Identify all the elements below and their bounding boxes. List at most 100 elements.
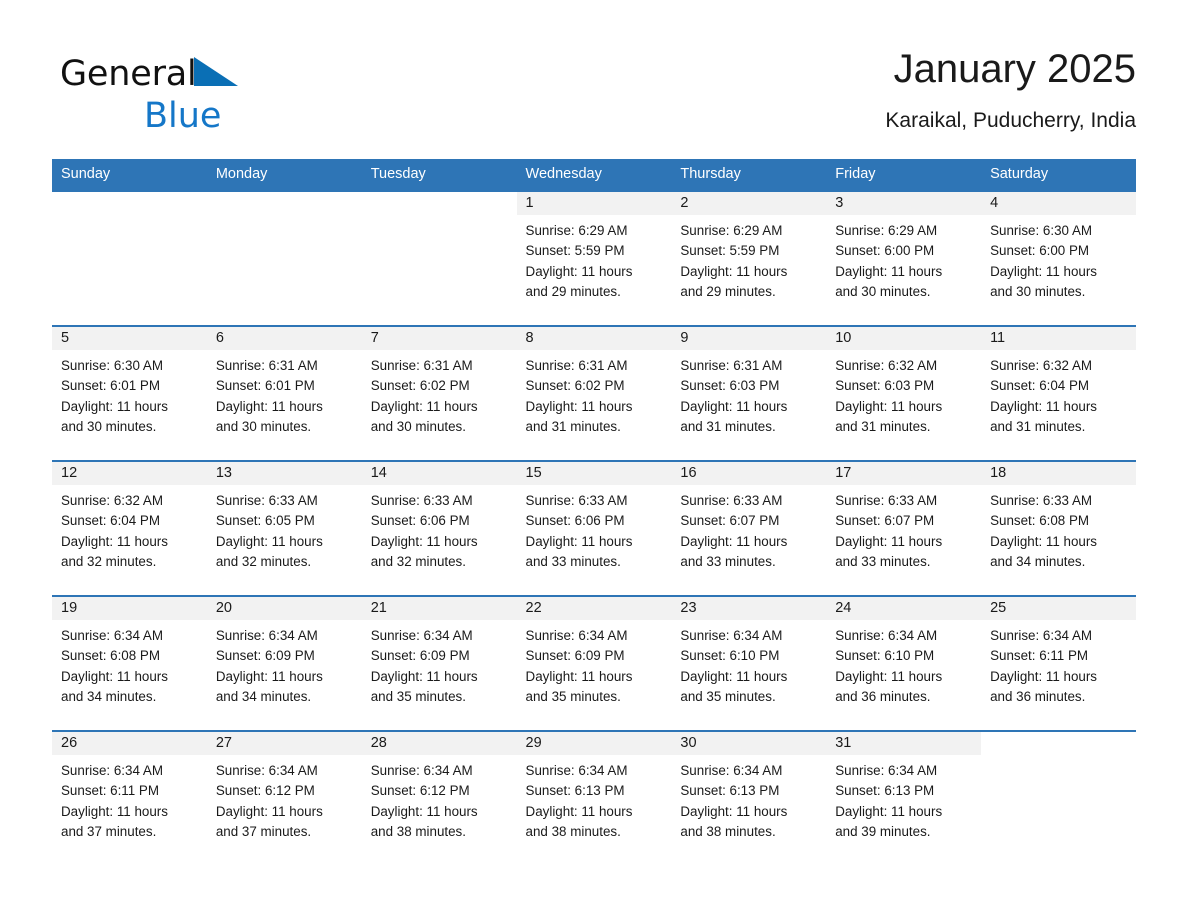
calendar-day-cell[interactable]: 10 Sunrise: 6:32 AM Sunset: 6:03 PM Dayligh…: [826, 325, 982, 461]
daylight-duration-line1: Daylight: 11 hours: [835, 398, 943, 414]
calendar-day-cell[interactable]: 6 Sunrise: 6:31 AM Sunset: 6:01 PM Daylight…: [206, 325, 362, 461]
calendar-day-cell[interactable]: 11 Sunrise: 6:32 AM Sunset: 6:04 PM Dayligh…: [981, 325, 1136, 461]
calendar-day-cell[interactable]: 27 Sunrise: 6:34 AM Sunset: 6:12 PM Dayligh…: [206, 730, 362, 865]
daylight-duration-line2: and 39 minutes.: [835, 823, 931, 839]
day-details: Sunrise: 6:29 AM Sunset: 6:00 PM Daylight:…: [826, 215, 981, 302]
daylight-duration-line1: Daylight: 11 hours: [370, 398, 478, 414]
calendar-day-cell[interactable]: 21 Sunrise: 6:34 AM Sunset: 6:09 PM Dayligh…: [361, 595, 517, 731]
sunset-time: Sunset: 6:12 PM: [370, 783, 470, 799]
weekday-header-friday: Friday: [826, 159, 982, 191]
calendar-day-cell[interactable]: 28 Sunrise: 6:34 AM Sunset: 6:12 PM Dayligh…: [361, 730, 517, 865]
calendar-day-cell[interactable]: 16 Sunrise: 6:33 AM Sunset: 6:07 PM Dayligh…: [671, 460, 827, 596]
sunrise-time: Sunrise: 6:32 AM: [990, 358, 1093, 373]
day-number: 23: [671, 597, 827, 620]
day-cell-inner: 20 Sunrise: 6:34 AM Sunset: 6:09 PM Dayligh…: [206, 597, 362, 730]
calendar-day-cell[interactable]: 8 Sunrise: 6:31 AM Sunset: 6:02 PM Daylight…: [516, 325, 672, 461]
brand-logo-bottom-row: Blue: [60, 96, 320, 136]
calendar-day-cell[interactable]: 13 Sunrise: 6:33 AM Sunset: 6:05 PM Dayligh…: [206, 460, 362, 596]
calendar-day-cell[interactable]: 26 Sunrise: 6:34 AM Sunset: 6:11 PM Dayligh…: [52, 730, 207, 865]
calendar-week-row: 26 Sunrise: 6:34 AM Sunset: 6:11 PM Dayligh…: [52, 730, 1136, 865]
calendar-day-cell[interactable]: 1 Sunrise: 6:29 AM Sunset: 5:59 PM Daylight…: [516, 190, 672, 326]
daylight-duration-line1: Daylight: 11 hours: [525, 533, 633, 549]
calendar-day-cell[interactable]: 5 Sunrise: 6:30 AM Sunset: 6:01 PM Daylight…: [52, 325, 207, 461]
daylight-duration-line1: Daylight: 11 hours: [525, 263, 633, 279]
day-details: Sunrise: 6:34 AM Sunset: 6:08 PM Daylight:…: [52, 620, 207, 707]
calendar-day-cell[interactable]: 15 Sunrise: 6:33 AM Sunset: 6:06 PM Dayligh…: [516, 460, 672, 596]
sunset-time: Sunset: 6:05 PM: [215, 513, 315, 529]
calendar-day-cell[interactable]: 31 Sunrise: 6:34 AM Sunset: 6:13 PM Dayligh…: [826, 730, 982, 865]
day-details: Sunrise: 6:33 AM Sunset: 6:05 PM Daylight:…: [207, 485, 362, 572]
sunset-time: Sunset: 6:02 PM: [525, 378, 625, 394]
calendar-day-cell[interactable]: 29 Sunrise: 6:34 AM Sunset: 6:13 PM Dayligh…: [516, 730, 672, 865]
daylight-duration-line1: Daylight: 11 hours: [525, 668, 633, 684]
daylight-duration-line2: and 32 minutes.: [61, 553, 157, 569]
daylight-duration-line2: and 29 minutes.: [525, 283, 621, 299]
weekday-header-sunday: Sunday: [52, 159, 207, 191]
daylight-duration-line1: Daylight: 11 hours: [370, 803, 478, 819]
calendar-day-cell[interactable]: 12 Sunrise: 6:32 AM Sunset: 6:04 PM Dayligh…: [52, 460, 207, 596]
daylight-duration-line2: and 36 minutes.: [835, 688, 931, 704]
calendar-day-cell[interactable]: 20 Sunrise: 6:34 AM Sunset: 6:09 PM Dayligh…: [206, 595, 362, 731]
day-cell-inner: 31 Sunrise: 6:34 AM Sunset: 6:13 PM Dayligh…: [826, 732, 982, 865]
page-title: January 2025: [893, 47, 1136, 91]
calendar-day-cell[interactable]: 2 Sunrise: 6:29 AM Sunset: 5:59 PM Daylight…: [671, 190, 827, 326]
sunset-time: Sunset: 6:01 PM: [61, 378, 160, 394]
day-details: Sunrise: 6:34 AM Sunset: 6:10 PM Daylight:…: [826, 620, 981, 707]
day-details: Sunrise: 6:31 AM Sunset: 6:03 PM Daylight:…: [671, 350, 826, 437]
calendar-day-cell[interactable]: 18 Sunrise: 6:33 AM Sunset: 6:08 PM Dayligh…: [981, 460, 1136, 596]
calendar-day-cell[interactable]: 19 Sunrise: 6:34 AM Sunset: 6:08 PM Dayligh…: [52, 595, 207, 731]
sunrise-time: Sunrise: 6:33 AM: [835, 493, 938, 508]
calendar-day-cell[interactable]: 25 Sunrise: 6:34 AM Sunset: 6:11 PM Dayligh…: [981, 595, 1136, 731]
day-details: Sunrise: 6:29 AM Sunset: 5:59 PM Daylight:…: [517, 215, 672, 302]
daylight-duration-line2: and 38 minutes.: [680, 823, 776, 839]
daylight-duration-line1: Daylight: 11 hours: [370, 668, 478, 684]
sunset-time: Sunset: 6:11 PM: [990, 648, 1089, 664]
day-number: 14: [361, 462, 517, 485]
sunrise-time: Sunrise: 6:33 AM: [525, 493, 628, 508]
day-cell-inner: 21 Sunrise: 6:34 AM Sunset: 6:09 PM Dayligh…: [361, 597, 517, 730]
day-details: Sunrise: 6:34 AM Sunset: 6:12 PM Daylight:…: [362, 755, 517, 842]
calendar-day-cell[interactable]: 17 Sunrise: 6:33 AM Sunset: 6:07 PM Dayligh…: [826, 460, 982, 596]
calendar-day-cell[interactable]: 3 Sunrise: 6:29 AM Sunset: 6:00 PM Daylight…: [826, 190, 982, 326]
calendar-day-cell[interactable]: 24 Sunrise: 6:34 AM Sunset: 6:10 PM Dayligh…: [826, 595, 982, 731]
day-details: Sunrise: 6:29 AM Sunset: 5:59 PM Daylight:…: [671, 215, 826, 302]
day-number: 20: [206, 597, 362, 620]
sunset-time: Sunset: 6:03 PM: [680, 378, 780, 394]
day-details: Sunrise: 6:33 AM Sunset: 6:06 PM Daylight:…: [362, 485, 517, 572]
calendar-day-cell[interactable]: 9 Sunrise: 6:31 AM Sunset: 6:03 PM Daylight…: [671, 325, 827, 461]
day-number: [52, 192, 207, 215]
calendar-day-cell: [361, 190, 517, 326]
sunset-time: Sunset: 6:08 PM: [61, 648, 160, 664]
sunrise-time: Sunrise: 6:34 AM: [215, 763, 318, 778]
daylight-duration-line1: Daylight: 11 hours: [990, 398, 1097, 414]
sunrise-time: Sunrise: 6:31 AM: [215, 358, 318, 373]
day-details: Sunrise: 6:34 AM Sunset: 6:09 PM Daylight:…: [362, 620, 517, 707]
day-cell-inner: 30 Sunrise: 6:34 AM Sunset: 6:13 PM Dayligh…: [671, 732, 827, 865]
calendar-day-cell[interactable]: 7 Sunrise: 6:31 AM Sunset: 6:02 PM Daylight…: [361, 325, 517, 461]
calendar-day-cell[interactable]: 30 Sunrise: 6:34 AM Sunset: 6:13 PM Dayligh…: [671, 730, 827, 865]
calendar-day-cell[interactable]: 4 Sunrise: 6:30 AM Sunset: 6:00 PM Daylight…: [981, 190, 1136, 326]
brand-triangle-icon: [193, 57, 238, 86]
daylight-duration-line2: and 37 minutes.: [215, 823, 312, 839]
calendar-day-cell[interactable]: 22 Sunrise: 6:34 AM Sunset: 6:09 PM Dayligh…: [516, 595, 672, 731]
sunset-time: Sunset: 5:59 PM: [525, 243, 625, 259]
calendar-day-cell[interactable]: 23 Sunrise: 6:34 AM Sunset: 6:10 PM Dayligh…: [671, 595, 827, 731]
sunset-time: Sunset: 6:09 PM: [215, 648, 315, 664]
sunrise-time: Sunrise: 6:33 AM: [990, 493, 1093, 508]
sunrise-time: Sunrise: 6:34 AM: [215, 628, 318, 643]
day-cell-inner: 12 Sunrise: 6:32 AM Sunset: 6:04 PM Dayligh…: [52, 462, 207, 595]
sunset-time: Sunset: 6:13 PM: [680, 783, 780, 799]
daylight-duration-line1: Daylight: 11 hours: [61, 533, 168, 549]
brand-logo[interactable]: General Blue: [60, 52, 320, 138]
day-cell-inner: 5 Sunrise: 6:30 AM Sunset: 6:01 PM Daylight…: [52, 327, 207, 460]
day-details: Sunrise: 6:33 AM Sunset: 6:06 PM Daylight:…: [517, 485, 672, 572]
brand-name-blue: Blue: [144, 96, 222, 136]
daylight-duration-line2: and 38 minutes.: [525, 823, 621, 839]
day-cell-inner: 3 Sunrise: 6:29 AM Sunset: 6:00 PM Daylight…: [826, 192, 982, 325]
day-number: 5: [52, 327, 207, 350]
day-cell-inner: 13 Sunrise: 6:33 AM Sunset: 6:05 PM Dayligh…: [206, 462, 362, 595]
weekday-header-thursday: Thursday: [671, 159, 827, 191]
day-number: [362, 192, 517, 215]
calendar-day-cell[interactable]: 14 Sunrise: 6:33 AM Sunset: 6:06 PM Dayligh…: [361, 460, 517, 596]
day-details: Sunrise: 6:32 AM Sunset: 6:03 PM Daylight:…: [826, 350, 981, 437]
